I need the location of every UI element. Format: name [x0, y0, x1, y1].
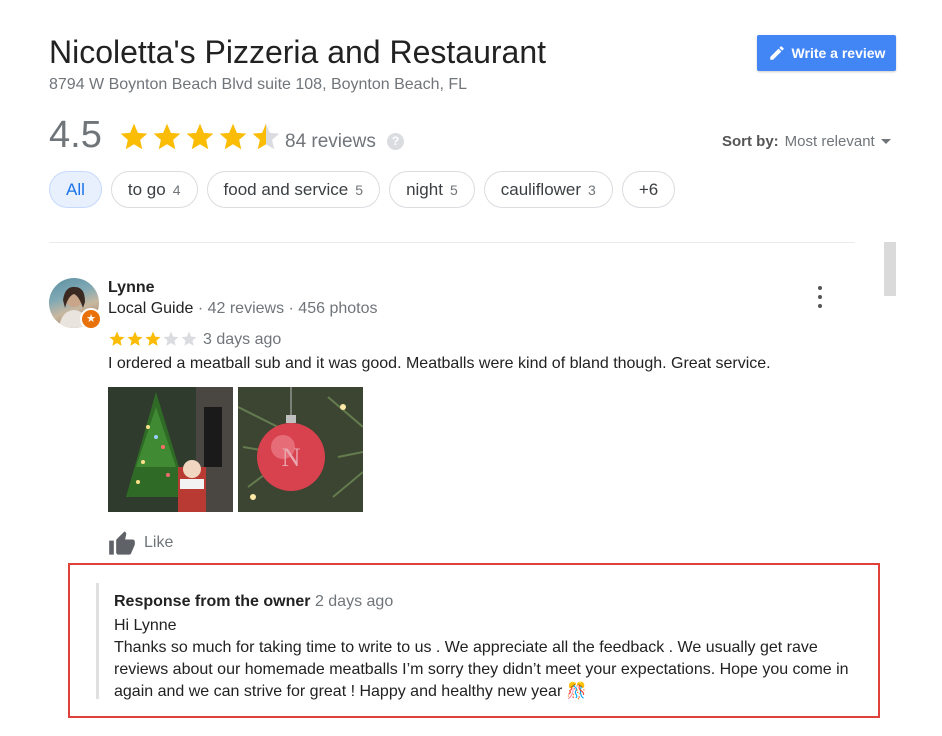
reviewer-stats: · 42 reviews · 456 photos [193, 300, 378, 317]
scrollbar-thumb[interactable] [884, 242, 896, 296]
chip-label: +6 [638, 179, 659, 199]
chip-label: cauliflower [500, 179, 582, 199]
star-icon [153, 123, 181, 150]
ornament-image: N [238, 387, 363, 512]
chip-label: night [406, 179, 443, 199]
chip-label: All [66, 179, 85, 199]
star-icon [186, 123, 214, 150]
star-icon [163, 331, 179, 346]
svg-text:N: N [282, 443, 301, 472]
star-icon [120, 123, 148, 150]
chip-night[interactable]: night 5 [389, 171, 475, 208]
caret-down-icon [880, 138, 891, 144]
thumbs-up-icon [109, 531, 135, 555]
chip-all[interactable]: All [49, 171, 102, 208]
more-options-icon[interactable] [812, 286, 828, 308]
chip-food-and-service[interactable]: food and service 5 [206, 171, 381, 208]
chip-label: to go [127, 179, 166, 199]
divider [49, 242, 855, 243]
chip-count: 5 [449, 181, 458, 198]
chip-cauliflower[interactable]: cauliflower 3 [483, 171, 613, 208]
business-address: 8794 W Boynton Beach Blvd suite 108, Boy… [49, 76, 468, 93]
review-stars [108, 330, 198, 348]
owner-response-text: Thanks so much for taking time to write … [114, 639, 849, 700]
owner-response-body: Hi Lynne Thanks so much for taking time … [114, 615, 874, 703]
like-label: Like [144, 534, 174, 551]
chip-count: 4 [172, 181, 181, 198]
star-icon [181, 331, 197, 346]
review-date: 3 days ago [203, 331, 282, 348]
star-icon [145, 331, 161, 346]
review-photo-ornament[interactable]: N [238, 387, 363, 512]
write-review-button[interactable]: Write a review [757, 35, 896, 71]
owner-response-header: Response from the owner 2 days ago [114, 593, 393, 611]
chip-more[interactable]: +6 [621, 171, 676, 208]
chip-label: food and service [223, 179, 349, 199]
like-button[interactable]: Like [108, 530, 173, 556]
star-icon [127, 331, 143, 346]
filter-chips: All to go 4 food and service 5 night 5 caul… [49, 171, 676, 208]
business-title: Nicoletta's Pizzeria and Restaurant [49, 34, 547, 70]
owner-response-heading: Response from the owner [114, 593, 311, 610]
star-icon [109, 331, 125, 346]
owner-response-greeting: Hi Lynne [114, 617, 177, 634]
star-icon [219, 123, 247, 150]
sort-label: Sort by: [722, 133, 779, 150]
rating-value: 4.5 [49, 114, 102, 156]
help-icon[interactable]: ? [387, 133, 404, 150]
local-guide-label: Local Guide [108, 300, 194, 317]
local-guide-badge-icon: ★ [80, 308, 102, 330]
sort-value: Most relevant [784, 133, 875, 150]
review-photo-christmas-tree[interactable] [108, 387, 233, 512]
chip-count: 5 [355, 181, 364, 198]
pencil-icon [769, 46, 784, 60]
reviewer-meta: Local Guide · 42 reviews · 456 photos [108, 300, 377, 318]
sort-dropdown[interactable]: Sort by: Most relevant [722, 133, 891, 150]
rating-stars [118, 121, 282, 153]
review-text: I ordered a meatball sub and it was good… [108, 355, 771, 372]
write-review-label: Write a review [791, 45, 886, 61]
star-icon [252, 123, 280, 150]
reviewer-name[interactable]: Lynne [108, 279, 155, 297]
chip-count: 3 [588, 181, 596, 198]
response-indent-bar [96, 583, 99, 699]
owner-response-date: 2 days ago [314, 593, 394, 610]
christmas-tree-image [108, 387, 233, 512]
chip-to-go[interactable]: to go 4 [110, 171, 198, 208]
reviews-count[interactable]: 84 reviews [285, 131, 376, 153]
